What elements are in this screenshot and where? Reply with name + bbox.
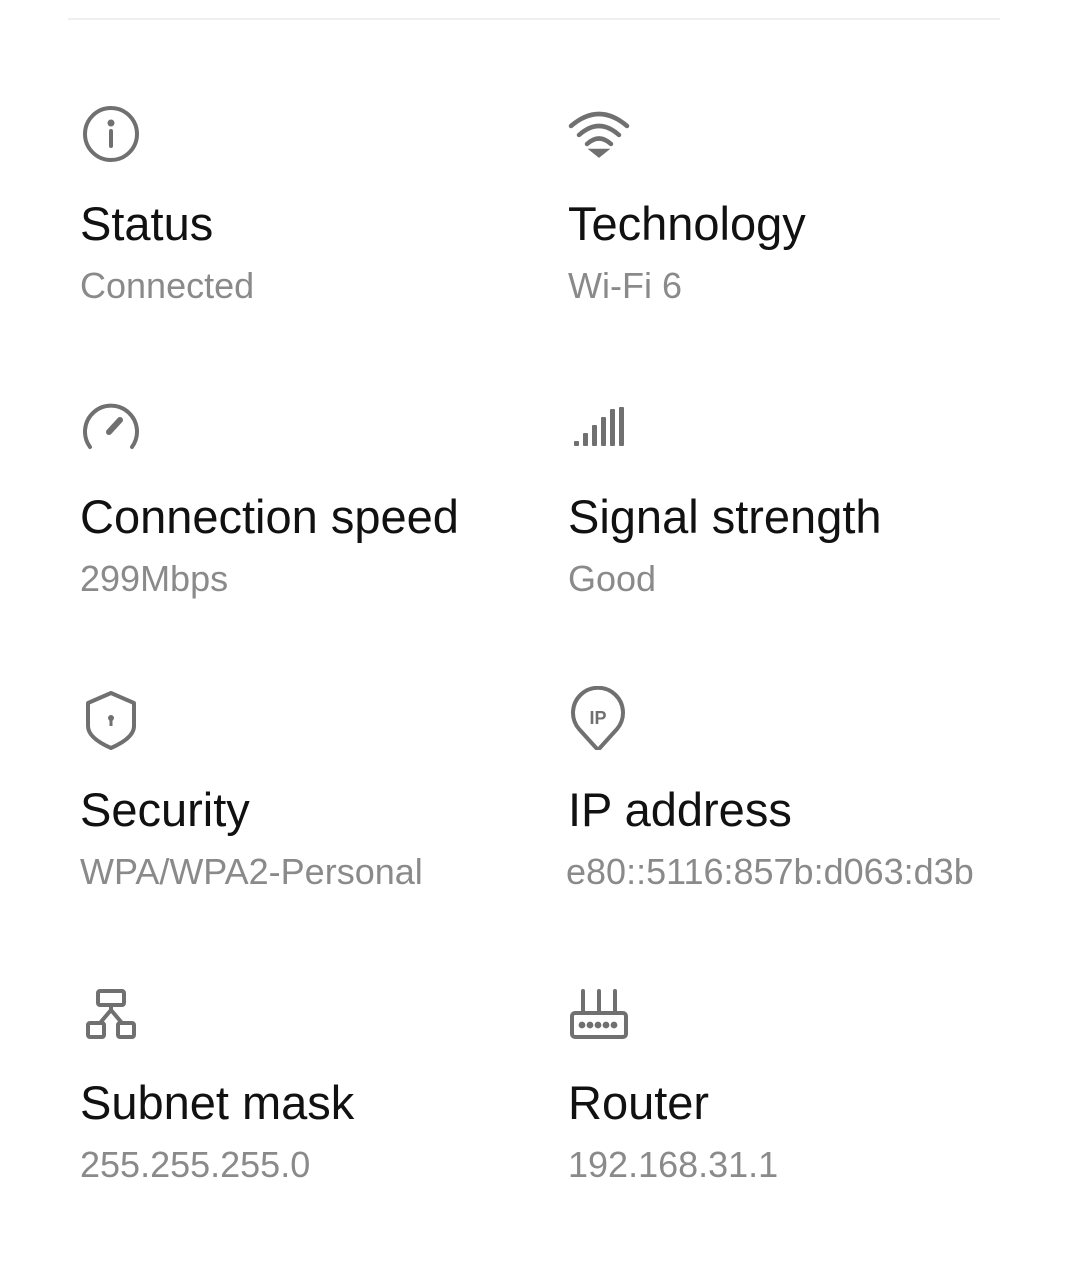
ip-address-value: e80::5116:857b:d063:d3b xyxy=(566,851,974,892)
top-divider xyxy=(68,18,1000,20)
shield-lock-icon xyxy=(80,686,144,750)
signal-strength-label: Signal strength xyxy=(568,490,882,543)
ip-address-item[interactable]: IP IP address e80::5116:857b:d063:d3b xyxy=(566,686,1008,926)
router-value: 192.168.31.1 xyxy=(568,1144,779,1185)
signal-strength-item[interactable]: Signal strength Good xyxy=(568,393,1008,633)
subnet-mask-item[interactable]: Subnet mask 255.255.255.0 xyxy=(80,979,520,1219)
security-item[interactable]: Security WPA/WPA2-Personal xyxy=(80,686,520,926)
router-label: Router xyxy=(568,1076,710,1129)
signal-bars-icon xyxy=(568,393,632,457)
svg-text:IP: IP xyxy=(589,708,606,728)
signal-strength-value: Good xyxy=(568,558,657,599)
security-value: WPA/WPA2-Personal xyxy=(80,851,423,892)
connection-speed-label: Connection speed xyxy=(80,490,459,543)
info-icon xyxy=(80,100,144,164)
technology-label: Technology xyxy=(568,197,806,250)
technology-item[interactable]: Technology Wi-Fi 6 xyxy=(568,100,1008,340)
subnet-mask-label: Subnet mask xyxy=(80,1076,355,1129)
router-item[interactable]: Router 192.168.31.1 xyxy=(568,979,1008,1219)
status-label: Status xyxy=(80,197,214,250)
router-icon xyxy=(568,979,632,1043)
security-label: Security xyxy=(80,783,250,836)
status-value: Connected xyxy=(80,265,255,306)
wifi-icon xyxy=(568,100,632,164)
ip-location-icon: IP xyxy=(568,686,632,750)
speedometer-icon xyxy=(80,393,144,457)
connection-speed-value: 299Mbps xyxy=(80,558,229,599)
network-tree-icon xyxy=(80,979,144,1043)
ip-address-label: IP address xyxy=(568,783,792,836)
subnet-mask-value: 255.255.255.0 xyxy=(80,1144,311,1185)
connection-speed-item[interactable]: Connection speed 299Mbps xyxy=(80,393,520,633)
status-item[interactable]: Status Connected xyxy=(80,100,520,340)
technology-value: Wi-Fi 6 xyxy=(568,265,682,306)
